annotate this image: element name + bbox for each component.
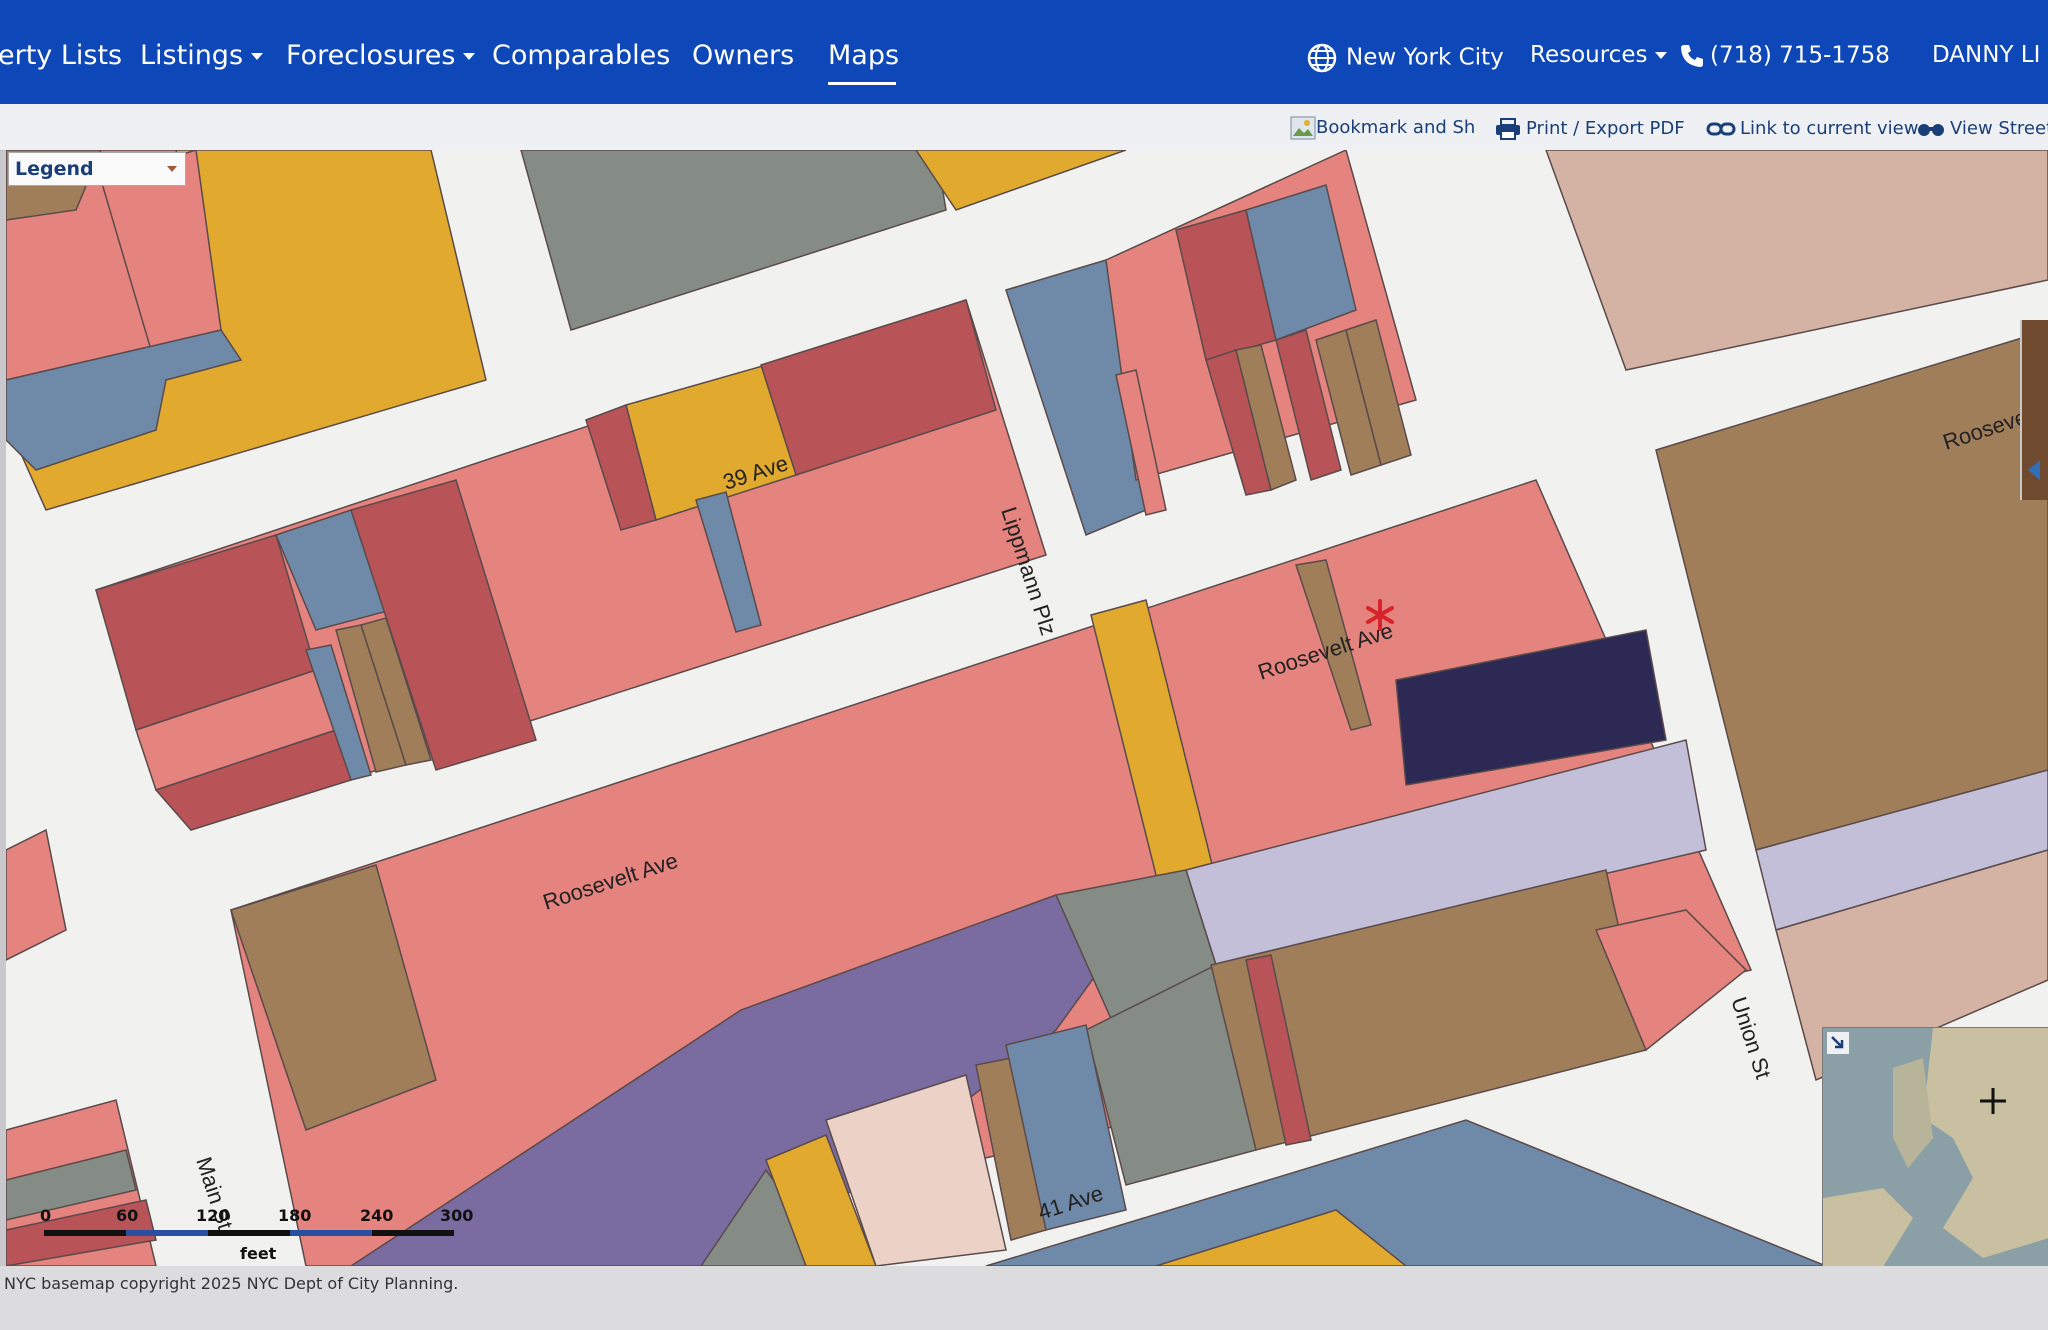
nav-phone-number: (718) 715-1758 (1710, 42, 1890, 69)
scale-tick-60: 60 (116, 1206, 139, 1225)
nav-listings-label: Listings (140, 40, 244, 71)
bookmark-share-button[interactable]: Bookmark and Sh (1290, 116, 1475, 140)
link-current-view-button[interactable]: Link to current view (1706, 118, 1918, 139)
scale-unit: feet (240, 1244, 277, 1263)
tax-lot-map[interactable]: 39 Ave Roosevelt Ave Roosevelt Ave Roose… (6, 150, 2048, 1266)
foreclosures-caret-icon (463, 53, 476, 60)
print-export-label: Print / Export PDF (1526, 118, 1685, 139)
minimap-canvas (1823, 1028, 2048, 1267)
scale-bar-graphic (44, 1230, 454, 1236)
nav-maps[interactable]: Maps (828, 40, 899, 71)
view-street-label: View Street (1950, 118, 2048, 139)
side-panel-toggle[interactable] (2020, 320, 2048, 500)
nav-city-selector[interactable]: New York City (1306, 42, 1504, 74)
binoculars-icon (1918, 124, 1944, 136)
printer-icon (1496, 118, 1520, 140)
scale-tick-180: 180 (278, 1206, 312, 1225)
legend-label: Legend (15, 158, 94, 180)
listings-caret-icon (251, 53, 264, 60)
phone-icon (1681, 45, 1703, 67)
map-footer: NYC basemap copyright 2025 NYC Dept of C… (0, 1266, 2048, 1330)
chain-link-icon (1706, 122, 1736, 136)
top-nav-bar: erty Lists Listings Foreclosures Compara… (0, 0, 2048, 104)
copyright-text: NYC basemap copyright 2025 NYC Dept of C… (4, 1274, 459, 1293)
scale-tick-0: 0 (40, 1206, 52, 1225)
resources-caret-icon (1655, 52, 1668, 59)
legend-dropdown[interactable]: Legend (8, 152, 186, 186)
map-toolbar: Bookmark and Sh Print / Export PDF Link … (0, 104, 2048, 151)
map-canvas: 39 Ave Roosevelt Ave Roosevelt Ave Roose… (6, 150, 2048, 1266)
scale-tick-300: 300 (440, 1206, 474, 1225)
nav-resources-label: Resources (1530, 42, 1648, 68)
nav-foreclosures[interactable]: Foreclosures (286, 40, 476, 71)
nav-comparables[interactable]: Comparables (492, 40, 670, 71)
print-export-button[interactable]: Print / Export PDF (1494, 118, 1685, 140)
bookmark-share-label: Bookmark and Sh (1316, 117, 1476, 138)
globe-icon (1307, 43, 1337, 73)
legend-caret-icon (167, 166, 177, 172)
minimap-collapse-icon[interactable] (1827, 1032, 1849, 1054)
link-current-view-label: Link to current view (1740, 118, 1919, 139)
nav-phone[interactable]: (718) 715-1758 (1678, 42, 1890, 70)
nav-resources[interactable]: Resources (1530, 42, 1668, 68)
overview-minimap[interactable] (1822, 1027, 2048, 1268)
view-street-button[interactable]: View Street (1916, 118, 2048, 139)
nav-foreclosures-label: Foreclosures (286, 40, 456, 71)
broken-image-icon (1290, 116, 1316, 140)
nav-user-menu[interactable]: DANNY LI (1932, 42, 2048, 68)
nav-property-lists[interactable]: erty Lists (0, 40, 122, 71)
collapse-arrow-icon (2028, 460, 2040, 480)
nav-user-name: DANNY LI (1932, 42, 2041, 68)
nav-listings[interactable]: Listings (140, 40, 264, 71)
scale-tick-120: 120 (196, 1206, 230, 1225)
nav-city-label: New York City (1346, 44, 1504, 71)
nav-owners[interactable]: Owners (692, 40, 794, 71)
active-tab-underline (828, 82, 896, 85)
scale-tick-240: 240 (360, 1206, 394, 1225)
